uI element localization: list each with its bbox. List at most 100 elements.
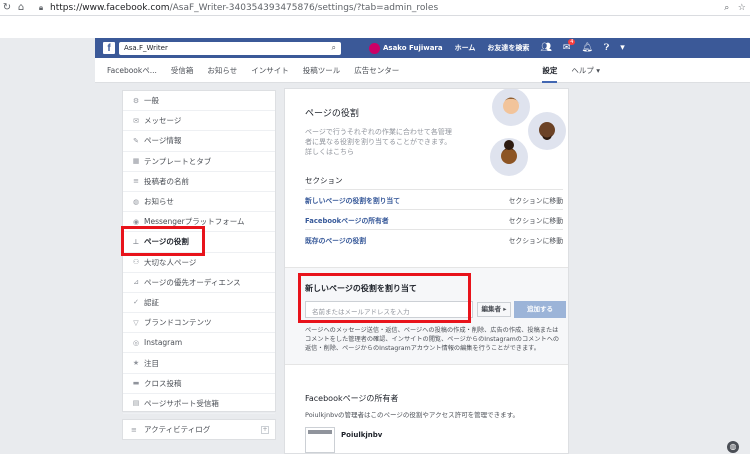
sidebar-item-label: メッセージ bbox=[144, 116, 182, 126]
sidebar-item-label: Instagram bbox=[144, 338, 183, 348]
owner-thumbnail[interactable] bbox=[305, 427, 335, 453]
messenger-icon[interactable]: ✉ 4 bbox=[563, 39, 576, 53]
owner-name[interactable]: Poiulkjnbv bbox=[341, 431, 382, 439]
sidebar-item-label: クロス投稿 bbox=[144, 378, 182, 388]
tab-notifications[interactable]: お知らせ bbox=[207, 65, 237, 76]
search-input[interactable]: Asa.F_Writer ⌕ bbox=[119, 41, 341, 55]
video-icon: ▬ bbox=[132, 379, 140, 388]
url-host: https://www.facebook.com bbox=[50, 2, 170, 13]
expand-icon[interactable]: + bbox=[261, 425, 269, 434]
tab-insights[interactable]: インサイト bbox=[251, 65, 289, 76]
bookmark-star-icon[interactable]: ☆ bbox=[738, 3, 746, 13]
sidebar-item-label: お知らせ bbox=[144, 197, 174, 207]
home-link[interactable]: ホーム bbox=[455, 43, 476, 53]
user-profile-link[interactable]: Asako Fujiwara bbox=[369, 42, 443, 54]
go-to-section-link[interactable]: セクションに移動 bbox=[509, 215, 563, 225]
owners-description: Poiulkjnbvの管理者はこのページの役割やアクセス許可を管理できます。 bbox=[305, 411, 519, 419]
go-to-section-link[interactable]: セクションに移動 bbox=[509, 235, 563, 245]
help-icon[interactable]: ❓︎ bbox=[604, 43, 609, 53]
page-roles-description: ページで行うそれぞれの作業に合わせて各管理者に異なる役割を割り当てることができま… bbox=[305, 128, 452, 156]
sidebar-item-label: ブランドコンテンツ bbox=[144, 318, 212, 328]
gear-icon: ⚙ bbox=[132, 96, 140, 105]
section-link-existing[interactable]: 既存のページの役割 bbox=[305, 235, 366, 245]
sidebar-item-label: テンプレートとタブ bbox=[144, 156, 212, 166]
url-path: /AsaF_Writer-340354393475876/settings/?t… bbox=[169, 2, 439, 13]
role-select-button[interactable]: 編集者 ▸ bbox=[477, 302, 511, 317]
sidebar-item-support-inbox[interactable]: ▤ ページサポート受信箱 bbox=[123, 394, 275, 414]
go-to-section-link[interactable]: セクションに移動 bbox=[509, 195, 563, 205]
sidebar-item-messaging[interactable]: ✉ メッセージ bbox=[123, 111, 275, 132]
facebook-logo-icon[interactable]: f bbox=[103, 42, 115, 54]
friend-requests-icon[interactable]: 👥︎ bbox=[540, 43, 551, 53]
sidebar-item-label: 注目 bbox=[144, 358, 159, 368]
instagram-icon: ◎ bbox=[132, 338, 140, 347]
message-icon: ✉ bbox=[133, 116, 139, 125]
section-row-existing: 既存のページの役割 セクションに移動 bbox=[305, 229, 563, 249]
grid-icon: ▦ bbox=[132, 157, 140, 166]
owners-title: Facebookページの所有者 bbox=[305, 394, 399, 403]
sidebar-item-general[interactable]: ⚙ 一般 bbox=[123, 91, 275, 112]
page-roles-panel: ページの役割 ページで行うそれぞれの作業に合わせて各管理者に異なる役割を割り当て… bbox=[284, 88, 569, 454]
tab-page[interactable]: Facebookペ... bbox=[107, 65, 157, 76]
sidebar-item-label: ページサポート受信箱 bbox=[144, 398, 219, 408]
settings-sidebar: ⚙ 一般 ✉ メッセージ ✎ ページ情報 ▦ テンプレートとタブ ≡ 投稿者の名前 ◍ お知… bbox=[121, 90, 276, 414]
user-name: Asako Fujiwara bbox=[383, 44, 443, 52]
reload-icon[interactable]: ↻ bbox=[0, 2, 14, 13]
page-nav: Facebookペ... 受信箱 お知らせ インサイト 投稿ツール 広告センター… bbox=[95, 58, 750, 83]
zoom-icon[interactable]: ⌕ bbox=[724, 3, 729, 13]
tab-inbox[interactable]: 受信箱 bbox=[171, 65, 194, 76]
messenger-icon: ◉ bbox=[132, 217, 140, 226]
highlight-box-page-roles bbox=[121, 226, 205, 256]
sidebar-item-verification[interactable]: ✓ 認証 bbox=[123, 293, 275, 314]
people-icon: ⚇ bbox=[132, 258, 140, 267]
highlight-box-assign-role bbox=[298, 273, 471, 323]
sidebar-item-author-name[interactable]: ≡ 投稿者の名前 bbox=[123, 172, 275, 192]
sidebar-item-activity-log[interactable]: ≡ アクティビティログ + bbox=[122, 419, 276, 440]
sidebar-item-label: 一般 bbox=[144, 96, 159, 106]
sidebar-item-templates-tabs[interactable]: ▦ テンプレートとタブ bbox=[123, 152, 275, 172]
avatar bbox=[369, 42, 380, 54]
list-icon: ≡ bbox=[131, 425, 137, 434]
tab-publishing-tools[interactable]: 投稿ツール bbox=[303, 65, 341, 76]
help-menu[interactable]: ヘルプ ▾ bbox=[571, 65, 600, 76]
sidebar-item-instagram[interactable]: ◎ Instagram bbox=[123, 333, 275, 354]
bell-icon[interactable]: 🔔︎ bbox=[581, 43, 592, 53]
role-description: ページへのメッセージ送信・返信、ページへの投稿の作成・削除、広告の作成、投稿また… bbox=[305, 327, 560, 352]
sidebar-item-label: 大切な人ページ bbox=[144, 257, 197, 267]
section-link-owners[interactable]: Facebookページの所有者 bbox=[305, 215, 389, 225]
sidebar-item-label: ページ情報 bbox=[144, 136, 182, 146]
inbox-icon: ▤ bbox=[132, 399, 140, 408]
search-icon[interactable]: ⌕ bbox=[332, 43, 336, 53]
sidebar-item-featured[interactable]: ★ 注目 bbox=[123, 353, 275, 374]
sidebar-item-crossposting[interactable]: ▬ クロス投稿 bbox=[123, 374, 275, 394]
tab-ad-center[interactable]: 広告センター bbox=[354, 65, 399, 76]
home-icon[interactable]: ⌂ bbox=[14, 2, 28, 13]
branded-icon: ▽ bbox=[133, 318, 139, 327]
language-globe-icon[interactable]: ◍ bbox=[727, 441, 739, 453]
sidebar-item-page-info[interactable]: ✎ ページ情報 bbox=[123, 131, 275, 152]
wrench-icon: ✓ bbox=[133, 298, 139, 307]
chevron-down-icon[interactable]: ▾ bbox=[620, 43, 625, 53]
sidebar-item-branded-content[interactable]: ▽ ブランドコンテンツ bbox=[123, 313, 275, 334]
sidebar-item-label: 投稿者の名前 bbox=[144, 176, 189, 186]
section-heading: セクション bbox=[305, 176, 343, 185]
section-row-assign: 新しいページの役割を割り当て セクションに移動 bbox=[305, 189, 563, 209]
sidebar-item-label: ページの優先オーディエンス bbox=[144, 277, 241, 287]
section-row-owners: Facebookページの所有者 セクションに移動 bbox=[305, 209, 563, 229]
add-button[interactable]: 追加する bbox=[514, 301, 566, 318]
notification-badge: 4 bbox=[568, 39, 576, 45]
audience-icon: ⊿ bbox=[133, 278, 139, 287]
search-value: Asa.F_Writer bbox=[124, 44, 168, 52]
pencil-icon: ✎ bbox=[133, 136, 139, 145]
roles-illustration-icon bbox=[490, 89, 566, 176]
globe-icon: ◍ bbox=[132, 197, 140, 206]
facebook-topbar: f Asa.F_Writer ⌕ Asako Fujiwara ホーム お友達を… bbox=[95, 38, 750, 58]
address-bar[interactable]: https://www.facebook.com/AsaF_Writer-340… bbox=[50, 3, 720, 13]
section-link-assign[interactable]: 新しいページの役割を割り当て bbox=[305, 195, 400, 205]
find-friends-link[interactable]: お友達を検索 bbox=[487, 43, 529, 53]
list-icon: ≡ bbox=[133, 177, 139, 186]
sidebar-item-notifications[interactable]: ◍ お知らせ bbox=[123, 192, 275, 213]
tab-settings[interactable]: 設定 bbox=[542, 58, 558, 83]
star-icon: ★ bbox=[132, 359, 140, 368]
sidebar-item-preferred-audience[interactable]: ⊿ ページの優先オーディエンス bbox=[123, 273, 275, 293]
